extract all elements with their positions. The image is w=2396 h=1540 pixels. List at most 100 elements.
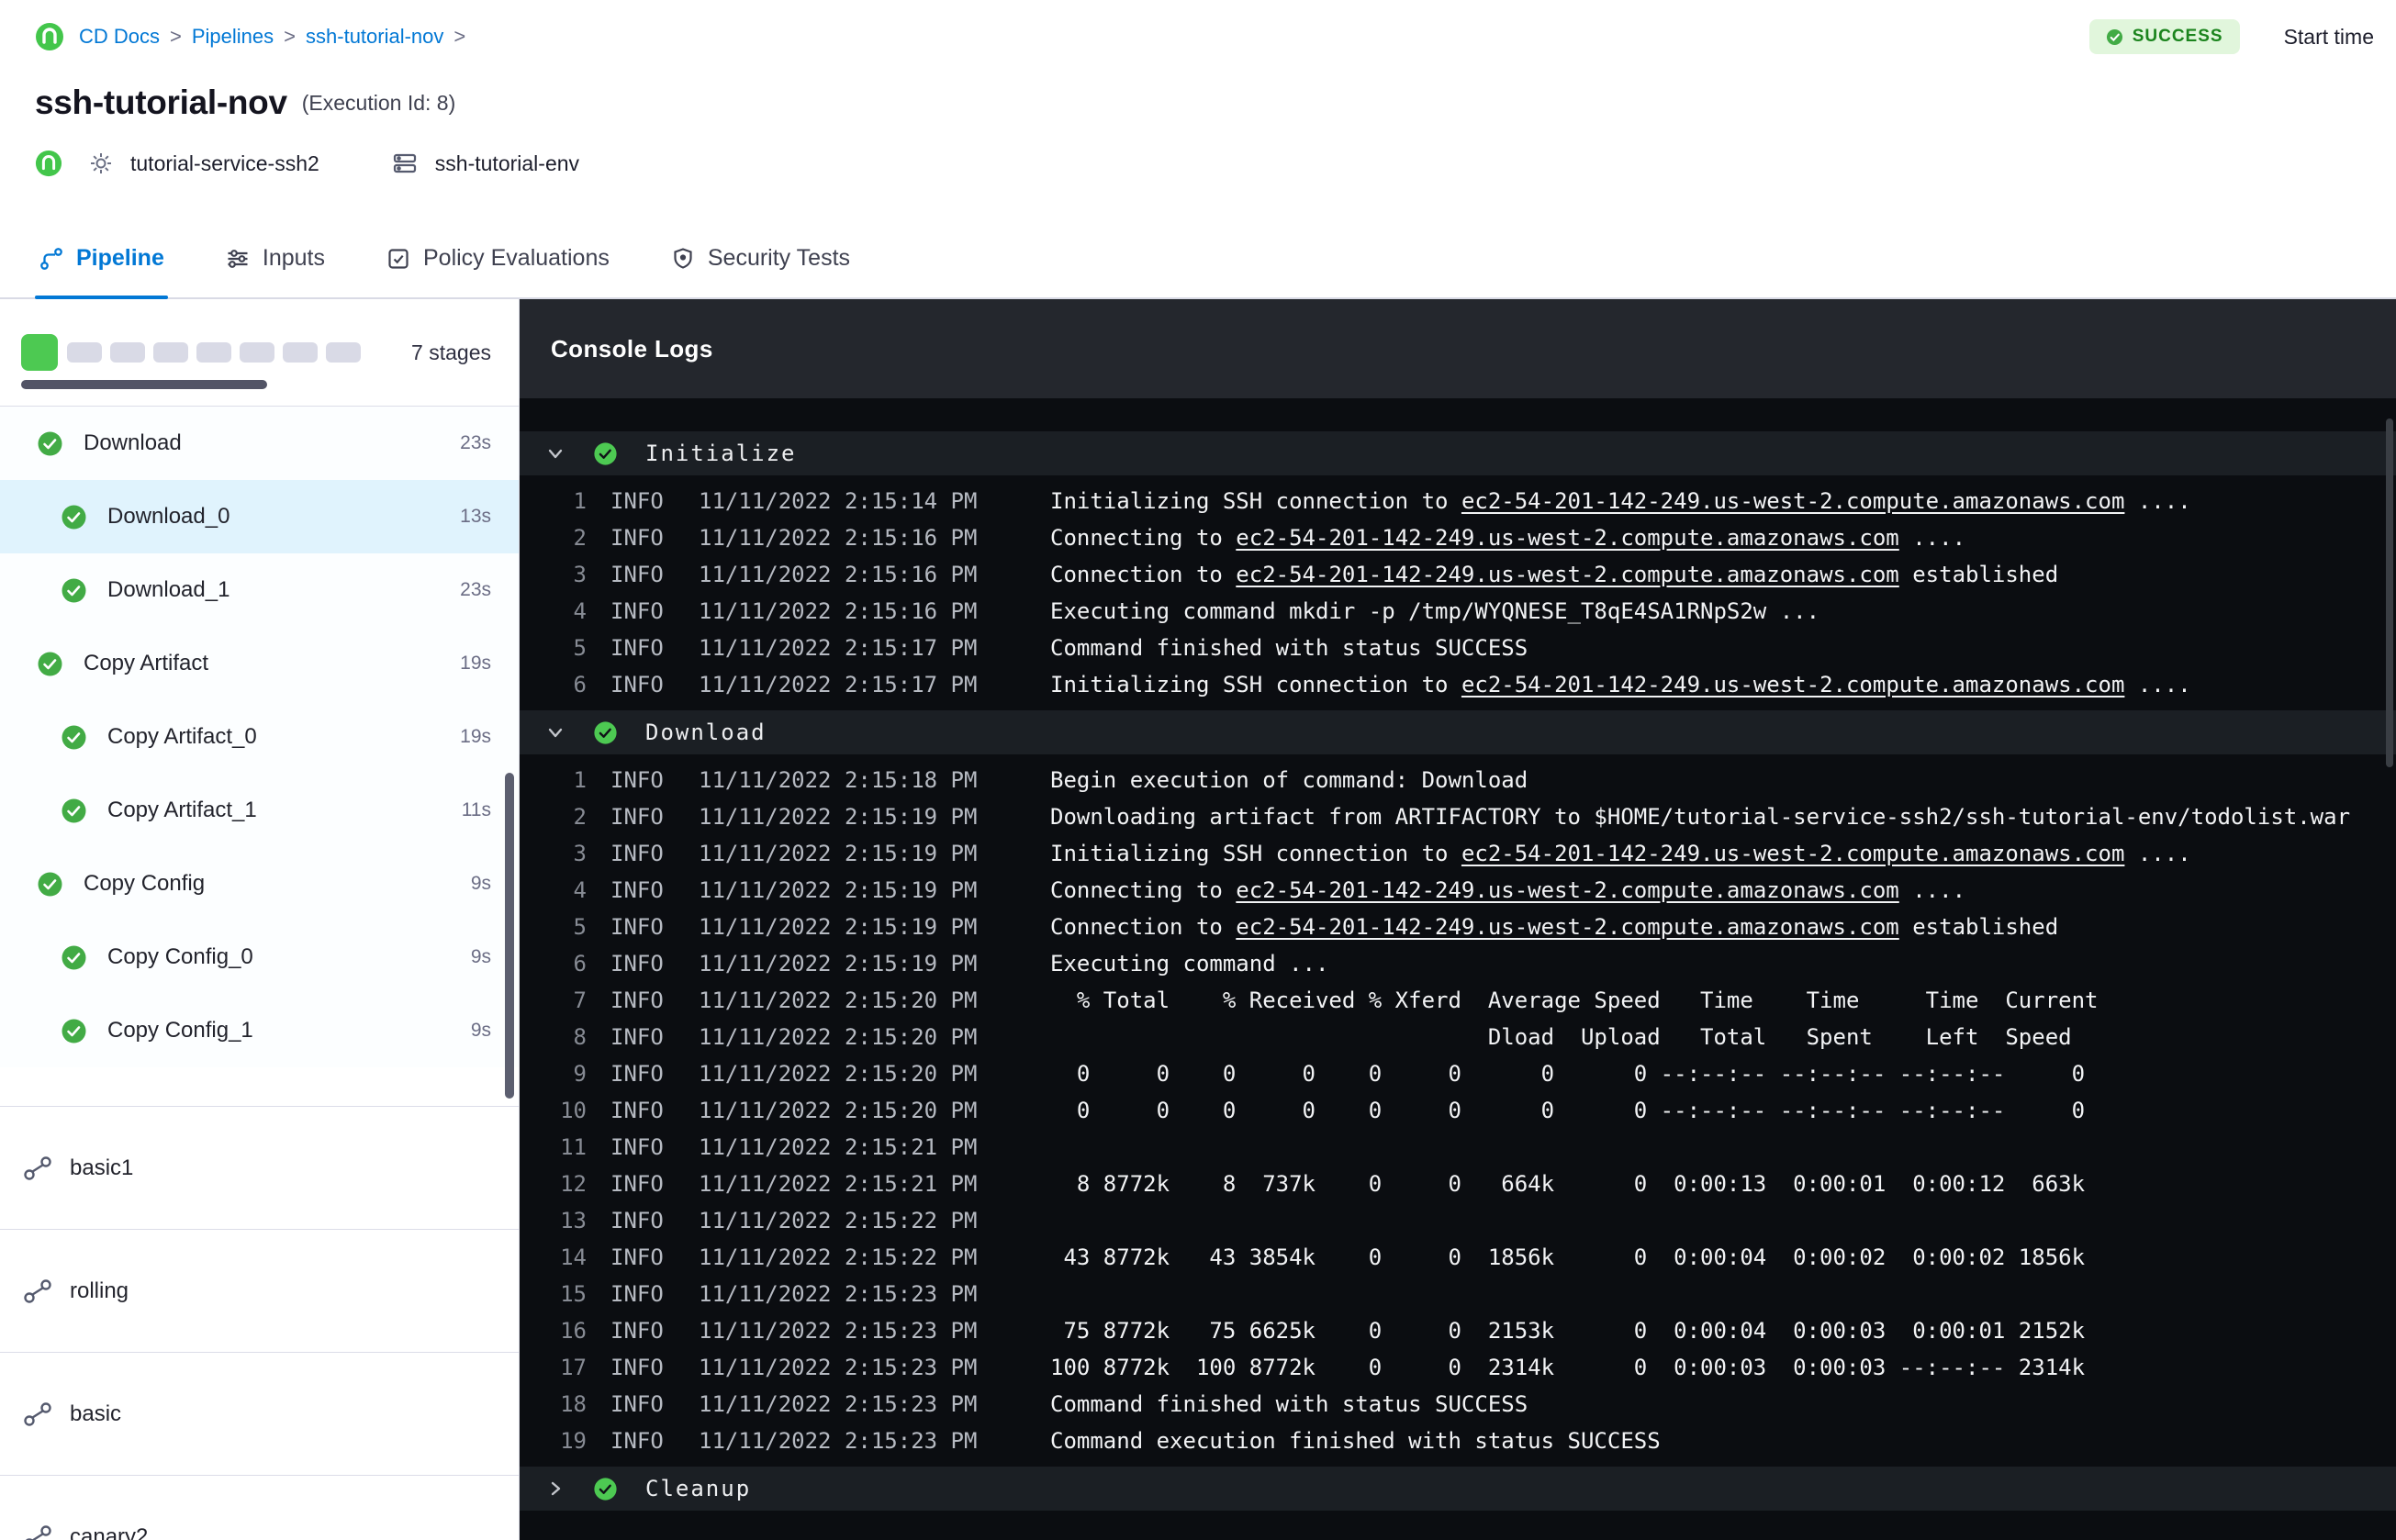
log-section-header[interactable]: Cleanup	[520, 1467, 2396, 1511]
topbar-right: SUCCESS Start time	[2088, 19, 2374, 54]
stage-item-copy-artifact_1[interactable]: Copy Artifact_1 11s	[0, 774, 519, 847]
log-link[interactable]: ec2-54-201-142-249.us-west-2.compute.ama…	[1461, 672, 2124, 697]
stage-item-download_0[interactable]: Download_0 13s	[0, 480, 519, 553]
log-section-title: Download	[645, 720, 767, 745]
log-link[interactable]: ec2-54-201-142-249.us-west-2.compute.ama…	[1236, 877, 1898, 903]
log-line: 4 INFO 11/11/2022 2:15:16 PM Executing comm…	[573, 598, 1820, 624]
log-line: 15 INFO 11/11/2022 2:15:23 PM	[560, 1281, 978, 1307]
stage-icon	[21, 1398, 54, 1431]
console-title: Console Logs	[551, 334, 713, 363]
log-link[interactable]: ec2-54-201-142-249.us-west-2.compute.ama…	[1236, 525, 1898, 551]
inputs-icon	[225, 246, 251, 272]
breadcrumb-link[interactable]: ssh-tutorial-nov	[306, 25, 443, 49]
minimap-segment	[196, 342, 231, 363]
pipeline-item-canary2[interactable]: canary2	[0, 1475, 519, 1540]
breadcrumb-link[interactable]: CD Docs	[79, 25, 160, 49]
stage-minimap[interactable]: 7 stages	[0, 299, 519, 407]
log-link[interactable]: ec2-54-201-142-249.us-west-2.compute.ama…	[1236, 914, 1898, 940]
minimap-segment	[110, 342, 145, 363]
status-badge: SUCCESS	[2088, 19, 2240, 54]
gear-icon[interactable]	[88, 151, 114, 176]
log-line: 6 INFO 11/11/2022 2:15:19 PM Executing comm…	[573, 951, 1329, 976]
stage-label: Copy Artifact_1	[107, 798, 257, 822]
stage-item-copy-artifact_0[interactable]: Copy Artifact_0 19s	[0, 700, 519, 774]
breadcrumb-separator: >	[284, 25, 297, 48]
stage-item-copy-config[interactable]: Copy Config 9s	[0, 847, 519, 921]
log-line: 3 INFO 11/11/2022 2:15:16 PM Connection to …	[573, 562, 2059, 587]
minimap-scrollbar[interactable]	[21, 380, 267, 389]
check-circle-dark-icon	[593, 441, 618, 466]
log-line: 6 INFO 11/11/2022 2:15:17 PM Initializing S…	[573, 672, 2191, 697]
log-section-title: Initialize	[645, 441, 797, 466]
topbar: CD Docs > Pipelines > ssh-tutorial-nov > SUCC…	[0, 0, 2396, 73]
stage-item-download[interactable]: Download 23s	[0, 407, 519, 480]
breadcrumb-link[interactable]: Pipelines	[192, 25, 274, 49]
tab-label: Security Tests	[707, 245, 851, 271]
check-circle-icon	[61, 944, 87, 971]
stage-label: Copy Config_1	[107, 1018, 253, 1043]
stage-item-copy-config_1[interactable]: Copy Config_1 9s	[0, 994, 519, 1067]
log-section-header[interactable]: Initialize	[520, 431, 2396, 475]
stage-duration: 11s	[461, 799, 491, 820]
environment-icon	[391, 150, 419, 177]
stage-label: Download_1	[107, 577, 230, 602]
cd-module-icon	[35, 150, 62, 177]
log-section-header[interactable]: Download	[520, 710, 2396, 754]
pipeline-item-basic1[interactable]: basic1	[0, 1106, 519, 1229]
chevron-down-icon	[545, 443, 565, 463]
check-circle-icon	[61, 724, 87, 751]
log-line: 17 INFO 11/11/2022 2:15:23 PM 100 8772k 100…	[560, 1355, 2086, 1380]
stage-label: Copy Config_0	[107, 944, 253, 969]
log-line: 7 INFO 11/11/2022 2:15:20 PM % Total % Rec…	[573, 988, 2099, 1013]
tab-pipeline[interactable]: Pipeline	[35, 245, 168, 299]
console-header: Console Logs	[520, 299, 2396, 398]
service-name[interactable]: tutorial-service-ssh2	[130, 151, 319, 176]
stage-item-copy-config_0[interactable]: Copy Config_0 9s	[0, 921, 519, 994]
console-panel: Console Logs Initialize 1 INFO 11/11/2022 2…	[520, 299, 2396, 1540]
harness-logo-icon[interactable]	[35, 22, 64, 51]
log-section-cleanup: Cleanup	[520, 1467, 2396, 1511]
pipeline-label: basic1	[70, 1155, 134, 1180]
stage-label: Copy Artifact_0	[107, 724, 257, 749]
minimap-segment	[67, 342, 102, 363]
log-line: 9 INFO 11/11/2022 2:15:20 PM 0 0 0 0 0 0 0…	[573, 1061, 2086, 1087]
stage-duration: 9s	[470, 946, 491, 967]
stage-item-download_1[interactable]: Download_1 23s	[0, 553, 519, 627]
page-header: CD Docs > Pipelines > ssh-tutorial-nov > SUCC…	[0, 0, 2396, 299]
stage-list: Download 23s Download_0 13s Download_1 23s Cop…	[0, 407, 519, 1067]
console-scrollbar[interactable]	[2386, 418, 2393, 767]
stage-item-copy-artifact[interactable]: Copy Artifact 19s	[0, 627, 519, 700]
minimap-segment	[326, 342, 361, 363]
status-badge-label: SUCCESS	[2132, 27, 2223, 46]
pipeline-item-basic[interactable]: basic	[0, 1352, 519, 1475]
log-link[interactable]: ec2-54-201-142-249.us-west-2.compute.ama…	[1461, 488, 2124, 514]
stage-sidebar: 7 stages Download 23s Download_0 13s Downloa…	[0, 299, 520, 1540]
log-line: 19 INFO 11/11/2022 2:15:23 PM Command execu…	[560, 1428, 1661, 1454]
execution-id: (Execution Id: 8)	[301, 90, 456, 115]
start-time-label: Start time	[2283, 24, 2374, 49]
tab-policy-evaluations[interactable]: Policy Evaluations	[382, 245, 613, 297]
log-line: 1 INFO 11/11/2022 2:15:14 PM Initializing S…	[573, 488, 2191, 514]
pipeline-item-rolling[interactable]: rolling	[0, 1229, 519, 1352]
title-row: ssh-tutorial-nov (Execution Id: 8)	[0, 73, 2396, 132]
log-link[interactable]: ec2-54-201-142-249.us-west-2.compute.ama…	[1236, 562, 1898, 587]
tab-inputs[interactable]: Inputs	[221, 245, 329, 297]
minimap-active-segment	[21, 334, 58, 371]
environment-name[interactable]: ssh-tutorial-env	[435, 151, 579, 176]
breadcrumb: CD Docs > Pipelines > ssh-tutorial-nov >	[79, 25, 476, 49]
log-section-initialize: Initialize 1 INFO 11/11/2022 2:15:14 PM Init…	[520, 431, 2396, 703]
log-link[interactable]: ec2-54-201-142-249.us-west-2.compute.ama…	[1461, 841, 2124, 866]
log-section-download: Download 1 INFO 11/11/2022 2:15:18 PM Begin …	[520, 710, 2396, 1459]
main-area: 7 stages Download 23s Download_0 13s Downloa…	[0, 299, 2396, 1540]
stage-label: Download_0	[107, 504, 230, 529]
tab-label: Inputs	[262, 245, 325, 271]
tabs: Pipeline Inputs Policy Evaluations Security…	[0, 245, 2396, 299]
tab-security-tests[interactable]: Security Tests	[666, 245, 854, 297]
log-line: 14 INFO 11/11/2022 2:15:22 PM 43 8772k 43 …	[560, 1244, 2086, 1270]
log-line: 16 INFO 11/11/2022 2:15:23 PM 75 8772k 75 …	[560, 1318, 2086, 1344]
log-line: 13 INFO 11/11/2022 2:15:22 PM	[560, 1208, 978, 1233]
check-circle-icon	[61, 504, 87, 530]
stage-icon	[21, 1521, 54, 1540]
sidebar-scrollbar[interactable]	[505, 773, 514, 1099]
check-circle-dark-icon	[593, 720, 618, 745]
